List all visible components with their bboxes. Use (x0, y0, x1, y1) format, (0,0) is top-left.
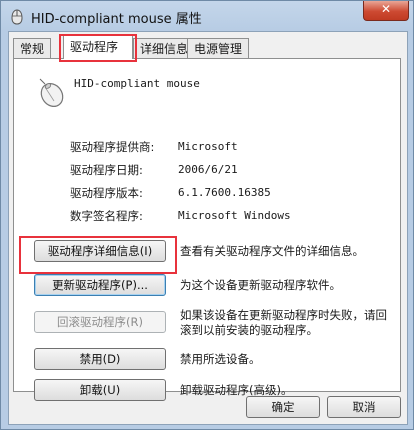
ok-button[interactable]: 确定 (246, 396, 320, 418)
mouse-icon (11, 9, 23, 25)
cancel-button[interactable]: 取消 (327, 396, 401, 418)
provider-label: 驱动程序提供商: (70, 140, 155, 154)
dialog-client: 常规 驱动程序 详细信息 电源管理 HID-compliant mouse 驱动… (8, 31, 408, 425)
update-driver-desc: 为这个设备更新驱动程序软件。 (180, 278, 341, 292)
tab-driver[interactable]: 驱动程序 (63, 35, 133, 59)
tab-power-management[interactable]: 电源管理 (187, 38, 250, 58)
driver-details-button[interactable]: 驱动程序详细信息(I) (34, 240, 166, 262)
driver-details-desc: 查看有关驱动程序文件的详细信息。 (180, 244, 364, 258)
disable-button[interactable]: 禁用(D) (34, 348, 166, 370)
date-value: 2006/6/21 (178, 163, 238, 176)
disable-desc: 禁用所选设备。 (180, 352, 261, 366)
mouse-icon (39, 78, 64, 107)
signer-value: Microsoft Windows (178, 209, 291, 222)
window-title: HID-compliant mouse 属性 (31, 12, 202, 27)
rollback-driver-desc: 如果该设备在更新驱动程序时失败，请回滚到以前安装的驱动程序。 (180, 308, 387, 337)
device-name: HID-compliant mouse (74, 77, 200, 90)
update-driver-button[interactable]: 更新驱动程序(P)... (34, 274, 166, 296)
properties-window: HID-compliant mouse 属性 ✕ 常规 驱动程序 详细信息 电源… (0, 0, 414, 430)
version-value: 6.1.7600.16385 (178, 186, 271, 199)
version-label: 驱动程序版本: (70, 186, 143, 200)
signer-label: 数字签名程序: (70, 209, 143, 223)
tab-details[interactable]: 详细信息 (133, 38, 196, 58)
tab-general[interactable]: 常规 (13, 38, 52, 58)
close-button[interactable]: ✕ (363, 1, 409, 21)
driver-tab-panel: HID-compliant mouse 驱动程序提供商: Microsoft 驱… (13, 58, 401, 401)
rollback-driver-button[interactable]: 回滚驱动程序(R) (34, 311, 166, 333)
date-label: 驱动程序日期: (70, 163, 143, 177)
uninstall-button[interactable]: 卸载(U) (34, 379, 166, 401)
title-bar[interactable]: HID-compliant mouse 属性 ✕ (1, 1, 413, 33)
provider-value: Microsoft (178, 140, 238, 153)
